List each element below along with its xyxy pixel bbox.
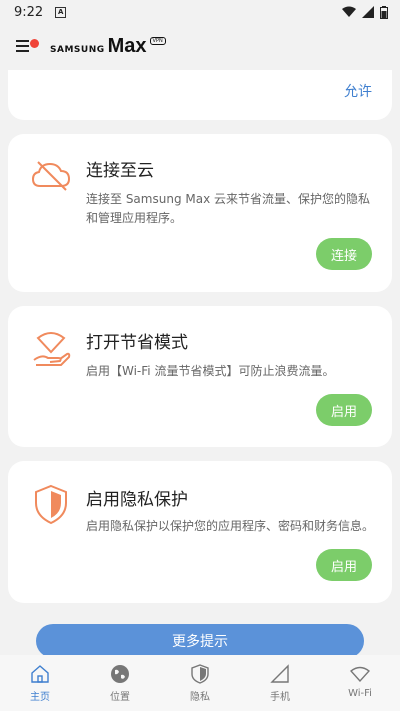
home-icon — [31, 665, 49, 683]
more-tips-button[interactable]: 更多提示 — [36, 624, 364, 658]
notification-dot — [30, 39, 39, 48]
status-bar: 9:22 A — [0, 0, 400, 24]
card-title: 打开节省模式 — [86, 333, 188, 353]
menu-line-icon — [16, 50, 29, 52]
menu-button[interactable] — [16, 36, 39, 56]
battery-icon — [380, 5, 388, 19]
nav-item-location[interactable]: 位置 — [90, 663, 150, 703]
notification-icon: A — [55, 6, 67, 18]
cloud-card: 连接至云 连接至 Samsung Max 云来节省流量、保护您的隐私和管理应用程… — [8, 134, 392, 292]
status-icons — [342, 5, 388, 19]
brand-badge: VPN — [149, 36, 166, 45]
nav-label: 位置 — [110, 692, 130, 703]
brand-max: Max — [107, 34, 147, 57]
bottom-nav: 主页 位置 隐私 手机 Wi-Fi — [0, 655, 400, 711]
enable-privacy-button[interactable]: 启用 — [316, 549, 372, 581]
card-description: 连接至 Samsung Max 云来节省流量、保护您的隐私和管理应用程序。 — [86, 192, 370, 225]
nav-item-phone[interactable]: 手机 — [250, 663, 310, 703]
nav-label: 隐私 — [190, 692, 210, 703]
cell-signal-icon — [362, 6, 374, 18]
globe-icon — [111, 665, 129, 683]
nav-label: Wi-Fi — [348, 688, 372, 699]
nav-label: 主页 — [30, 692, 50, 703]
nav-label: 手机 — [270, 692, 290, 703]
status-time: 9:22 — [14, 4, 44, 20]
privacy-card: 启用隐私保护 启用隐私保护以保护您的应用程序、密码和财务信息。 启用 — [8, 461, 392, 603]
wifi-saver-icon — [33, 332, 71, 366]
allow-link[interactable]: 允许 — [344, 81, 372, 101]
connect-button[interactable]: 连接 — [316, 238, 372, 270]
nav-item-wifi[interactable]: Wi-Fi — [330, 663, 390, 699]
wifi-icon — [349, 666, 371, 683]
card-title: 启用隐私保护 — [86, 490, 188, 510]
shield-icon — [35, 484, 67, 525]
card-title: 连接至云 — [86, 161, 154, 181]
nav-item-privacy[interactable]: 隐私 — [170, 663, 230, 703]
app-header: SAMSUNG Max VPN — [0, 26, 400, 66]
menu-line-icon — [16, 40, 29, 42]
cloud-off-icon — [31, 161, 71, 191]
permission-card: 允许 — [8, 70, 392, 120]
wifi-signal-icon — [342, 6, 356, 17]
shield-icon — [191, 664, 209, 684]
brand-samsung: SAMSUNG — [50, 44, 105, 55]
cellular-icon — [270, 664, 289, 683]
card-description: 启用【Wi-Fi 流量节省模式】可防止浪费流量。 — [86, 364, 335, 378]
menu-line-icon — [16, 45, 29, 47]
nav-item-home[interactable]: 主页 — [10, 663, 70, 703]
app-logo: SAMSUNG Max VPN — [50, 35, 166, 58]
card-description: 启用隐私保护以保护您的应用程序、密码和财务信息。 — [86, 519, 375, 533]
saving-mode-card: 打开节省模式 启用【Wi-Fi 流量节省模式】可防止浪费流量。 启用 — [8, 306, 392, 447]
enable-saving-button[interactable]: 启用 — [316, 394, 372, 426]
